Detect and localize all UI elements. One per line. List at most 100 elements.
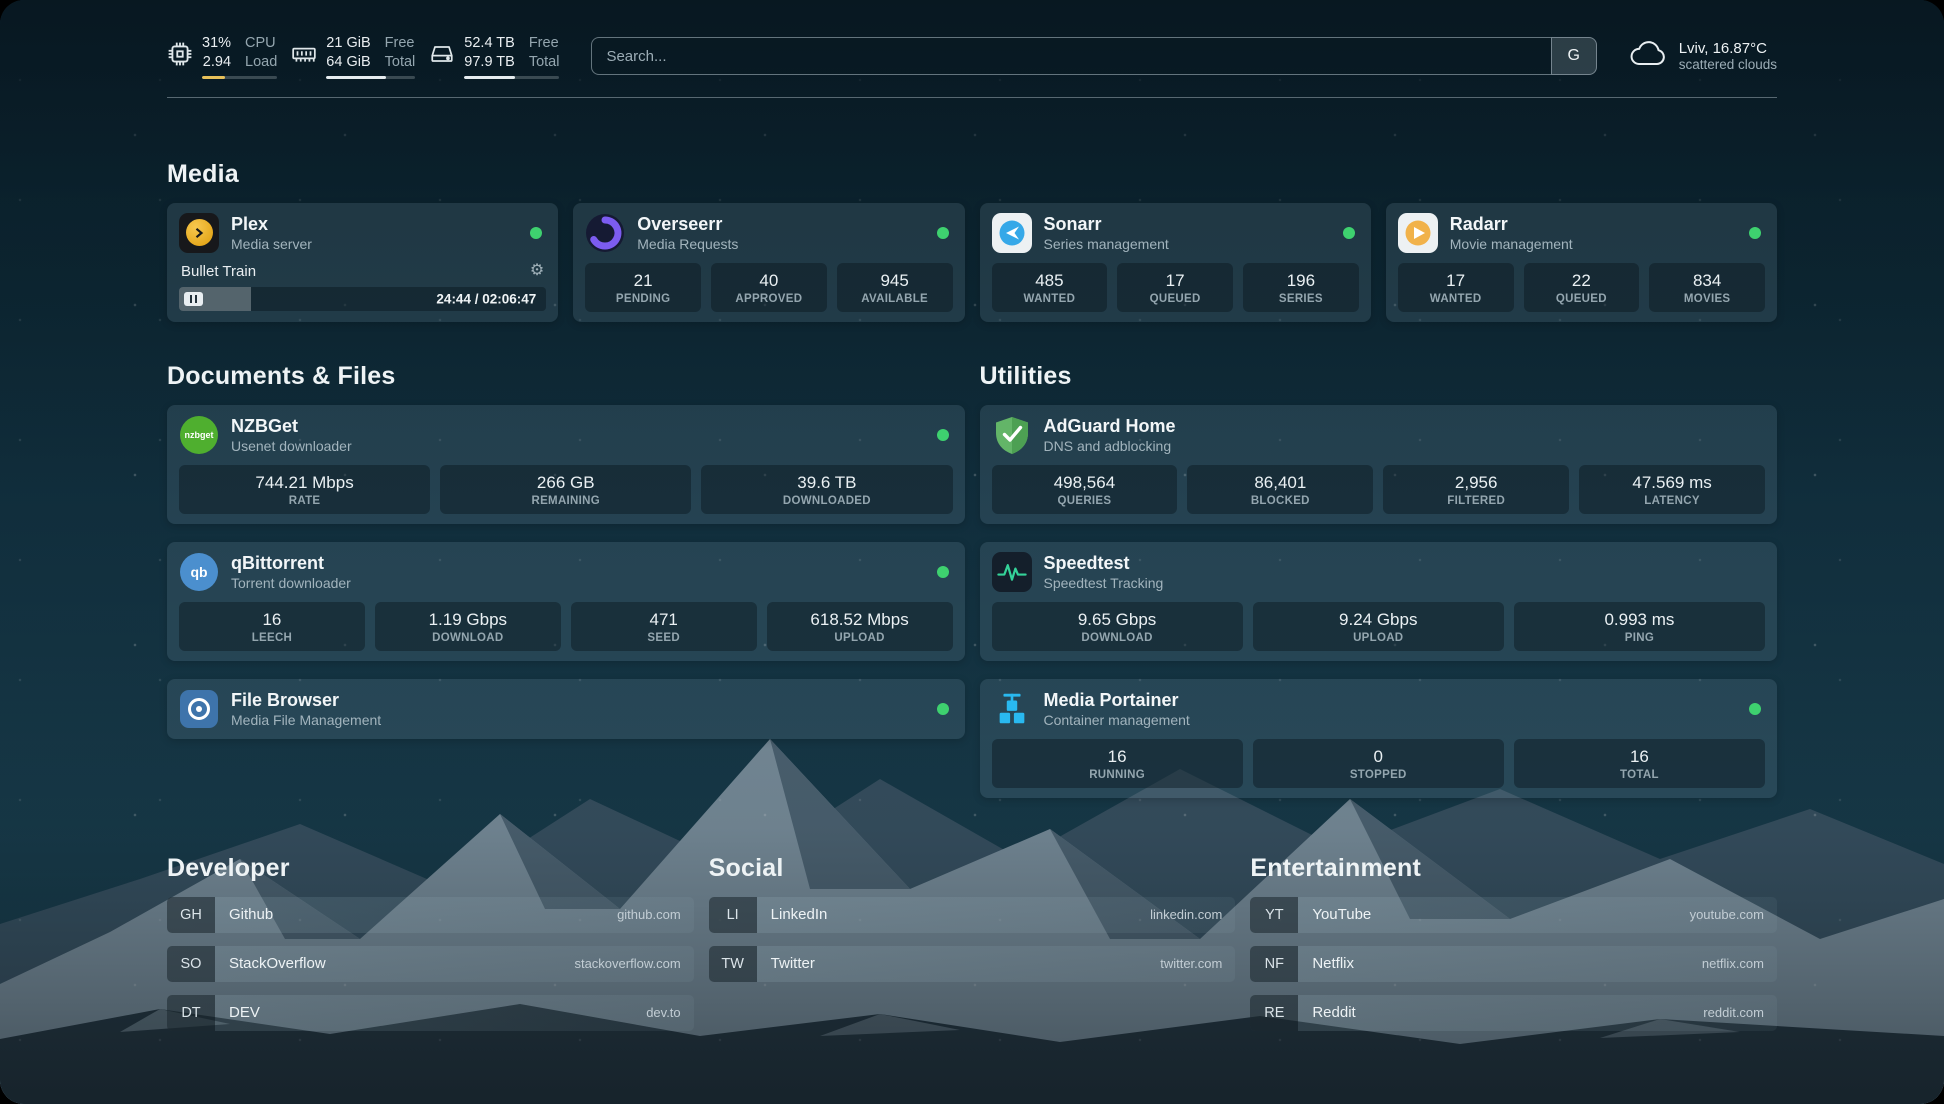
service-text: Media PortainerContainer management <box>1044 689 1190 728</box>
stat-label: APPROVED <box>715 293 823 305</box>
stat-value: 16 <box>183 610 361 630</box>
gear-icon[interactable]: ⚙ <box>530 263 544 279</box>
stat-value: 40 <box>715 271 823 291</box>
nzbget-icon: nzbget <box>179 415 219 455</box>
service-text: OverseerrMedia Requests <box>637 213 738 252</box>
service-card-file-browser[interactable]: File BrowserMedia File Management <box>167 679 965 739</box>
bookmark-name: Twitter <box>771 955 815 972</box>
overseerr-icon <box>585 213 625 253</box>
pause-icon[interactable] <box>184 292 203 306</box>
bookmark-stackoverflow[interactable]: SOStackOverflowstackoverflow.com <box>167 946 694 982</box>
stat-value: 744.21 Mbps <box>183 473 426 493</box>
disk-total-value: 97.9 TB <box>464 53 515 72</box>
service-card-sonarr[interactable]: SonarrSeries management 485WANTED17QUEUED… <box>980 203 1371 322</box>
qbittorrent-icon: qb <box>179 552 219 592</box>
radarr-icon <box>1398 213 1438 253</box>
service-name: AdGuard Home <box>1044 415 1176 438</box>
service-card-nzbget[interactable]: nzbget NZBGetUsenet downloader 744.21 Mbps… <box>167 405 965 524</box>
stat-label: LEECH <box>183 632 361 644</box>
stat-value: 945 <box>841 271 949 291</box>
stat-label: BLOCKED <box>1191 495 1369 507</box>
search-bar: G <box>591 37 1596 75</box>
service-card-header: SonarrSeries management <box>992 213 1359 253</box>
cpu-usage-bar <box>202 76 277 79</box>
stat-value: 39.6 TB <box>705 473 948 493</box>
total-label: Total <box>529 53 560 72</box>
memory-total-value: 64 GiB <box>326 53 370 72</box>
bookmark-twitter[interactable]: TWTwittertwitter.com <box>709 946 1236 982</box>
service-card-header: Media PortainerContainer management <box>992 689 1766 729</box>
stat-upload: 618.52 MbpsUPLOAD <box>767 602 953 651</box>
weather-condition: scattered clouds <box>1679 57 1777 72</box>
service-text: PlexMedia server <box>231 213 312 252</box>
service-card-qbittorrent[interactable]: qbqBittorrentTorrent downloader16LEECH1.… <box>167 542 965 661</box>
stat-value: 618.52 Mbps <box>771 610 949 630</box>
service-card-adguard-home[interactable]: AdGuard HomeDNS and adblocking498,564QUE… <box>980 405 1778 524</box>
stat-seed: 471SEED <box>571 602 757 651</box>
bookmark-abbr: NF <box>1250 946 1298 982</box>
bookmark-abbr: YT <box>1250 897 1298 933</box>
stat-label: QUERIES <box>996 495 1174 507</box>
service-card-plex[interactable]: PlexMedia serverBullet Train⚙24:44 / 02:… <box>167 203 558 322</box>
search-input[interactable] <box>591 37 1550 75</box>
service-card-media-portainer[interactable]: Media PortainerContainer management 16RUN… <box>980 679 1778 798</box>
cpu-stats: 31% 2.94 CPU Load <box>202 34 277 79</box>
service-card-header: OverseerrMedia Requests <box>585 213 952 253</box>
bookmark-url: twitter.com <box>1160 956 1222 971</box>
bookmark-dev[interactable]: DTDEVdev.to <box>167 995 694 1031</box>
bookmark-abbr: GH <box>167 897 215 933</box>
service-subtitle: Media Requests <box>637 236 738 252</box>
playback-progress-bar[interactable]: 24:44 / 02:06:47 <box>179 287 546 311</box>
bookmark-linkedin[interactable]: LILinkedInlinkedin.com <box>709 897 1236 933</box>
dashboard-content: Media PlexMedia serverBullet Train⚙24:44… <box>0 160 1944 1084</box>
bookmark-name: YouTube <box>1312 906 1371 923</box>
stat-value: 834 <box>1653 271 1761 291</box>
service-card-speedtest[interactable]: SpeedtestSpeedtest Tracking9.65 GbpsDOWN… <box>980 542 1778 661</box>
service-subtitle: Usenet downloader <box>231 438 352 454</box>
service-card-header: qbqBittorrentTorrent downloader <box>179 552 953 592</box>
disk-usage-bar <box>464 76 559 79</box>
search-provider-button[interactable]: G <box>1551 37 1597 75</box>
stat-running: 16RUNNING <box>992 739 1243 788</box>
bookmark-group-social: SocialLILinkedInlinkedin.comTWTwittertwi… <box>709 854 1236 995</box>
service-card-radarr[interactable]: RadarrMovie management17WANTED22QUEUED83… <box>1386 203 1777 322</box>
bookmark-abbr: DT <box>167 995 215 1031</box>
media-cards-row: PlexMedia serverBullet Train⚙24:44 / 02:… <box>167 203 1777 322</box>
bookmark-name: DEV <box>229 1004 260 1021</box>
stat-queries: 498,564 QUERIES <box>992 465 1178 514</box>
service-name: Overseerr <box>637 213 738 236</box>
service-name: Speedtest <box>1044 552 1164 575</box>
stat-value: 21 <box>589 271 697 291</box>
service-card-header: SpeedtestSpeedtest Tracking <box>992 552 1766 592</box>
stat-movies: 834MOVIES <box>1649 263 1765 312</box>
stat-value: 0.993 ms <box>1518 610 1761 630</box>
svg-text:qb: qb <box>190 564 207 580</box>
service-stats-row: 16LEECH1.19 GbpsDOWNLOAD471SEED618.52 Mb… <box>179 602 953 651</box>
stat-label: RATE <box>183 495 426 507</box>
status-online-dot <box>937 703 949 715</box>
service-stats-row: 485WANTED17QUEUED196SERIES <box>992 263 1359 312</box>
bookmark-youtube[interactable]: YTYouTubeyoutube.com <box>1250 897 1777 933</box>
status-online-dot <box>1749 227 1761 239</box>
service-name: Media Portainer <box>1044 689 1190 712</box>
free-label: Free <box>385 34 415 53</box>
plex-icon <box>179 213 219 253</box>
stat-value: 498,564 <box>996 473 1174 493</box>
service-name: File Browser <box>231 689 381 712</box>
service-text: NZBGetUsenet downloader <box>231 415 352 454</box>
header-divider <box>167 97 1777 98</box>
bookmark-netflix[interactable]: NFNetflixnetflix.com <box>1250 946 1777 982</box>
files-cards-stack: nzbget NZBGetUsenet downloader 744.21 Mbps… <box>167 405 965 739</box>
stat-filtered: 2,956FILTERED <box>1383 465 1569 514</box>
service-card-overseerr[interactable]: OverseerrMedia Requests21PENDING40APPROV… <box>573 203 964 322</box>
stat-label: PING <box>1518 632 1761 644</box>
bookmark-url: netflix.com <box>1702 956 1764 971</box>
total-label: Total <box>385 53 416 72</box>
load-label: Load <box>245 53 277 72</box>
stat-value: 22 <box>1528 271 1636 291</box>
stat-value: 2,956 <box>1387 473 1565 493</box>
disk-free-value: 52.4 TB <box>464 34 515 53</box>
bookmark-reddit[interactable]: RERedditreddit.com <box>1250 995 1777 1031</box>
bookmark-github[interactable]: GHGithubgithub.com <box>167 897 694 933</box>
playback-time: 24:44 / 02:06:47 <box>436 291 536 306</box>
